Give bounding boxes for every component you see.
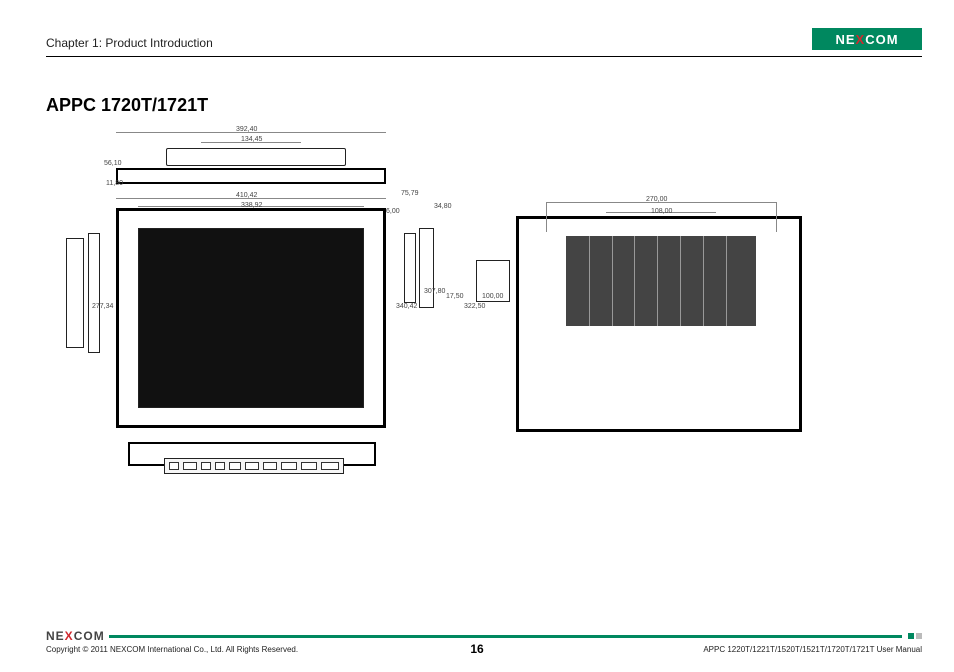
dim-75: 75,79 [401,190,419,197]
dim-56: 56,10 [104,160,122,167]
header-rule [46,56,922,57]
dim-134: 134,45 [241,136,262,143]
section-title: APPC 1720T/1721T [46,95,922,116]
dim-34: 34,80 [434,203,452,210]
technical-drawing: 392,40 134,45 56,10 11,80 410,42 338,92 … [46,128,922,508]
dim-11: 11,80 [106,180,123,187]
dim-100: 100,00 [482,293,503,300]
footer-logo: NEXCOM [46,629,105,643]
chapter-label: Chapter 1: Product Introduction [46,36,213,50]
page-number: 16 [0,642,954,656]
dim-277: 277,34 [92,303,113,310]
dim-322: 322,50 [464,303,485,310]
dim-108: 108,00 [651,208,672,215]
dim-270: 270,00 [646,196,667,203]
dim-6: 6,00 [386,208,400,215]
brand-logo: NEXCOM [812,28,922,50]
dim-17: 17,50 [446,293,464,300]
dim-340: 340,42 [396,303,417,310]
dim-392: 392,40 [236,126,257,133]
dim-338: 338,92 [241,202,262,209]
dim-307: 307,80 [424,288,445,295]
dim-410: 410,42 [236,192,257,199]
